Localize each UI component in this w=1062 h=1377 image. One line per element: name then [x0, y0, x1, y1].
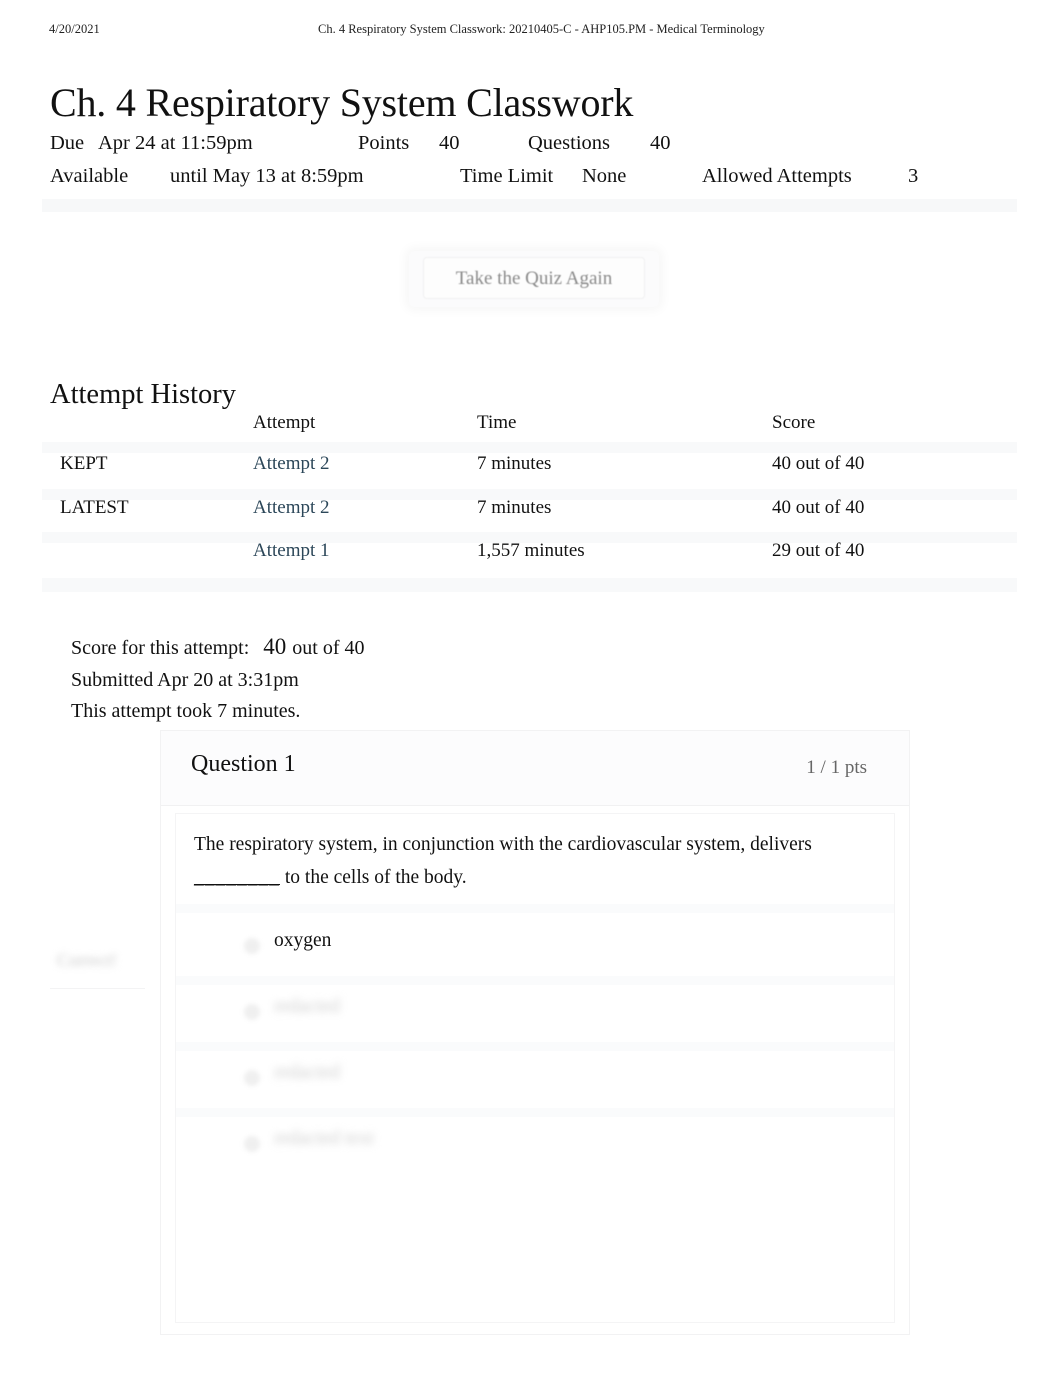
quiz-details: Due Apr 24 at 11:59pm Points 40 Question…	[50, 127, 1030, 193]
attempt-2-link-kept[interactable]: Attempt 2	[253, 453, 330, 475]
available-value: until May 13 at 8:59pm	[170, 165, 364, 187]
row-stripe	[42, 442, 1017, 453]
answer-option-1[interactable]: oxygen	[176, 904, 894, 981]
allowed-attempts-value: 3	[908, 165, 919, 187]
attempt-score-line: Score for this attempt: 40 out of 40	[71, 631, 365, 665]
score-for-attempt-label: Score for this attempt:	[71, 637, 250, 659]
allowed-attempts-label: Allowed Attempts	[702, 165, 852, 187]
attempt-history-table: Attempt Time Score KEPT Attempt 2 7 minu…	[0, 412, 1062, 627]
points-label: Points	[358, 132, 410, 154]
radio-button-icon[interactable]	[244, 1136, 260, 1152]
attempt-score-kept: 40 out of 40	[772, 453, 865, 474]
question-title: Question 1	[191, 751, 296, 777]
answer-strip	[176, 1042, 894, 1051]
attempt-time-latest: 7 minutes	[477, 496, 552, 518]
answer-option-2[interactable]: redacted	[176, 976, 894, 1047]
duration-line: This attempt took 7 minutes.	[71, 700, 301, 722]
column-header-score: Score	[772, 412, 816, 433]
page-title: Ch. 4 Respiratory System Classwork	[50, 79, 634, 125]
attempt-status-kept: KEPT	[60, 453, 108, 474]
question-body: The respiratory system, in conjunction w…	[175, 813, 895, 1323]
question-blank: ________	[194, 867, 280, 888]
row-stripe	[42, 577, 1017, 592]
answer-option-label: redacted text	[274, 1128, 375, 1149]
attempt-score-first: 29 out of 40	[772, 540, 865, 561]
questions-label: Questions	[528, 132, 610, 154]
points-value: 40	[439, 132, 460, 154]
attempt-2-link-latest[interactable]: Attempt 2	[253, 497, 330, 519]
quiz-details-row-2: Available until May 13 at 8:59pm Time Li…	[50, 160, 1030, 193]
print-header: 4/20/2021 Ch. 4 Respiratory System Class…	[0, 22, 1062, 44]
attempt-history-heading: Attempt History	[50, 378, 237, 410]
answer-option-4[interactable]: redacted text	[176, 1108, 894, 1179]
attempt-time-first: 1,557 minutes	[477, 540, 585, 561]
correct-badge-rule	[50, 988, 145, 989]
attempt-status-latest: LATEST	[60, 496, 129, 518]
table-footer-spacer	[0, 577, 1062, 628]
answer-options: oxygen redacted redacted redacted text	[176, 904, 894, 1179]
question-header: Question 1 1 / 1 pts	[161, 731, 909, 806]
score-for-attempt-suffix: out of 40	[292, 637, 365, 659]
attempt-time-kept: 7 minutes	[477, 453, 552, 474]
available-label: Available	[50, 165, 129, 187]
due-label: Due	[50, 132, 85, 154]
take-the-quiz-again-button[interactable]: Take the Quiz Again	[423, 257, 645, 299]
answer-strip	[176, 1108, 894, 1117]
answer-option-label: oxygen	[274, 930, 332, 951]
attempt-1-link[interactable]: Attempt 1	[253, 540, 330, 562]
question-points: 1 / 1 pts	[806, 757, 867, 778]
correct-answer-badge: Correct!	[57, 950, 117, 970]
question-card: Question 1 1 / 1 pts The respiratory sys…	[160, 730, 910, 1335]
attempt-summary: Score for this attempt: 40 out of 40 Submi…	[71, 631, 365, 728]
column-header-attempt: Attempt	[253, 412, 316, 433]
retake-quiz-container: Take the Quiz Again	[409, 251, 659, 307]
column-header-time: Time	[477, 412, 517, 433]
answer-strip	[176, 976, 894, 985]
submitted-line: Submitted Apr 20 at 3:31pm	[71, 668, 299, 691]
radio-button-icon[interactable]	[244, 1004, 260, 1020]
answer-strip	[176, 904, 894, 913]
answer-option-label: redacted	[274, 1062, 341, 1083]
answer-option-3[interactable]: redacted	[176, 1042, 894, 1113]
time-limit-label: Time Limit	[460, 165, 554, 187]
print-date: 4/20/2021	[49, 22, 100, 36]
questions-value: 40	[650, 132, 671, 154]
score-for-attempt-value: 40	[263, 634, 287, 659]
quiz-details-row-1: Due Apr 24 at 11:59pm Points 40 Question…	[50, 127, 1030, 160]
meta-divider	[42, 199, 1017, 212]
radio-button-icon[interactable]	[244, 1070, 260, 1086]
question-text-after-blank: to the cells of the body.	[284, 867, 467, 888]
attempt-score-latest: 40 out of 40	[772, 496, 865, 518]
radio-button-icon[interactable]	[244, 938, 260, 954]
question-text: The respiratory system, in conjunction w…	[194, 828, 814, 894]
table-header-row: Attempt Time Score	[0, 412, 1062, 444]
print-title: Ch. 4 Respiratory System Classwork: 2021…	[318, 22, 765, 36]
time-limit-value: None	[582, 165, 627, 187]
due-value: Apr 24 at 11:59pm	[98, 132, 253, 154]
answer-option-label: redacted	[274, 996, 341, 1017]
question-text-before-blank: The respiratory system, in conjunction w…	[194, 834, 812, 855]
